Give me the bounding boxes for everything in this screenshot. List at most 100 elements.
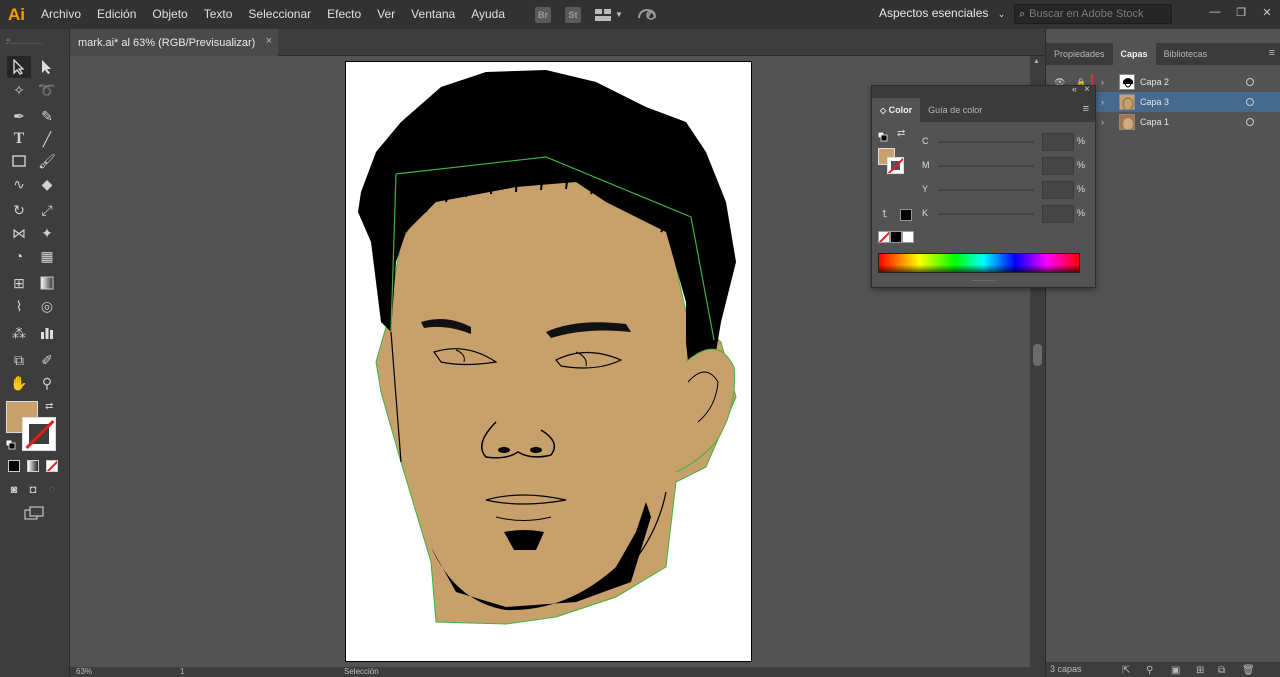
artboard-tool[interactable]: ⧉ bbox=[7, 349, 31, 371]
default-colors-icon[interactable] bbox=[877, 129, 888, 147]
minimize-icon[interactable]: — bbox=[1202, 0, 1228, 24]
screen-mode-icon[interactable] bbox=[22, 502, 46, 524]
draw-behind-icon[interactable]: ◘ bbox=[23, 479, 43, 501]
close-panel-icon[interactable]: × bbox=[1084, 84, 1090, 95]
black-swatch[interactable] bbox=[890, 231, 902, 243]
menu-seleccionar[interactable]: Seleccionar bbox=[240, 0, 319, 29]
direct-selection-tool[interactable] bbox=[35, 56, 59, 78]
panel-menu-icon[interactable]: ≡ bbox=[1083, 103, 1089, 115]
swap-fill-stroke-icon[interactable]: ⇄ bbox=[45, 401, 53, 412]
tab-color[interactable]: ◇ Color bbox=[872, 98, 921, 122]
draw-normal-icon[interactable]: ◙ bbox=[4, 479, 24, 501]
menu-ventana[interactable]: Ventana bbox=[403, 0, 463, 29]
new-layer-icon[interactable]: ⧉ bbox=[1218, 663, 1225, 677]
black-input[interactable] bbox=[1042, 205, 1074, 223]
lasso-tool[interactable]: ➰ bbox=[35, 79, 59, 101]
yellow-slider[interactable] bbox=[938, 189, 1034, 191]
draw-inside-icon[interactable]: ◌ bbox=[42, 479, 62, 501]
yellow-input[interactable] bbox=[1042, 181, 1074, 199]
bridge-icon[interactable]: Br bbox=[535, 6, 552, 23]
layer-name[interactable]: Capa 1 bbox=[1140, 117, 1169, 127]
column-graph-tool[interactable] bbox=[35, 322, 59, 344]
scroll-up-icon[interactable]: ▲ bbox=[1033, 58, 1040, 65]
close-tab-icon[interactable]: × bbox=[266, 35, 272, 47]
cyan-slider[interactable] bbox=[938, 141, 1034, 143]
tab-bibliotecas[interactable]: Bibliotecas bbox=[1156, 43, 1216, 65]
swap-colors-icon[interactable]: ⇄ bbox=[897, 128, 905, 139]
menu-efecto[interactable]: Efecto bbox=[319, 0, 369, 29]
artboard[interactable] bbox=[345, 61, 752, 662]
target-circle-icon[interactable] bbox=[1246, 118, 1254, 126]
document-tab[interactable]: mark.ai* al 63% (RGB/Previsualizar) × bbox=[70, 29, 278, 56]
paintbrush-tool[interactable]: 🖌 bbox=[35, 150, 59, 172]
color-spectrum[interactable] bbox=[878, 253, 1080, 273]
shape-builder-tool[interactable]: ◔ bbox=[7, 245, 31, 267]
black-slider[interactable] bbox=[938, 213, 1034, 215]
delete-layer-icon[interactable]: 🗑 bbox=[1242, 663, 1255, 677]
menu-ayuda[interactable]: Ayuda bbox=[463, 0, 513, 29]
menu-objeto[interactable]: Objeto bbox=[144, 0, 195, 29]
menu-edicion[interactable]: Edición bbox=[89, 0, 144, 29]
curvature-tool[interactable]: ✎ bbox=[35, 105, 59, 127]
expand-chevron-icon[interactable]: › bbox=[1101, 97, 1104, 107]
none-swatch[interactable] bbox=[878, 231, 890, 243]
tab-guia-de-color[interactable]: Guía de color bbox=[920, 98, 990, 122]
line-tool[interactable]: ╱ bbox=[35, 128, 59, 150]
workspace-switcher[interactable]: Aspectos esenciales ⌄ bbox=[879, 6, 1005, 20]
hand-tool[interactable]: ✋ bbox=[7, 372, 31, 394]
gradient-tool[interactable] bbox=[35, 272, 59, 294]
color-mode-icon[interactable] bbox=[8, 460, 20, 472]
menu-ver[interactable]: Ver bbox=[369, 0, 403, 29]
panel-grip[interactable] bbox=[6, 43, 42, 45]
type-tool[interactable]: T bbox=[7, 128, 31, 150]
menu-texto[interactable]: Texto bbox=[196, 0, 241, 29]
perspective-grid-tool[interactable]: ▦ bbox=[35, 245, 59, 267]
width-tool[interactable]: ⋈ bbox=[7, 222, 31, 244]
close-icon[interactable]: ✕ bbox=[1254, 0, 1280, 24]
menu-archivo[interactable]: Archivo bbox=[33, 0, 89, 29]
arrange-documents-icon[interactable]: ▼ bbox=[595, 8, 623, 21]
zoom-level[interactable]: 63% bbox=[76, 667, 92, 676]
scroll-thumb[interactable] bbox=[1033, 344, 1042, 366]
shaper-tool[interactable]: ∿ bbox=[7, 173, 31, 195]
last-color-swatch[interactable] bbox=[900, 209, 912, 221]
eraser-tool[interactable]: ◆ bbox=[35, 173, 59, 195]
cyan-input[interactable] bbox=[1042, 133, 1074, 151]
face-illustration[interactable] bbox=[346, 62, 751, 661]
slice-tool[interactable]: ✐ bbox=[35, 349, 59, 371]
selection-tool[interactable] bbox=[7, 56, 31, 78]
scale-tool[interactable]: ⤢ bbox=[35, 199, 59, 221]
locate-object-icon[interactable]: ⚲ bbox=[1146, 663, 1153, 677]
gpu-performance-icon[interactable] bbox=[637, 4, 657, 25]
out-of-gamut-icon[interactable]: ⮤ bbox=[882, 209, 888, 220]
collapse-icon[interactable]: « bbox=[6, 35, 10, 44]
zoom-tool[interactable]: ⚲ bbox=[35, 372, 59, 394]
color-panel-titlebar[interactable]: « × bbox=[872, 84, 1095, 98]
eyedropper-tool[interactable]: ⌇ bbox=[7, 295, 31, 317]
target-circle-icon[interactable] bbox=[1246, 98, 1254, 106]
expand-chevron-icon[interactable]: › bbox=[1101, 77, 1104, 87]
rectangle-tool[interactable] bbox=[7, 150, 31, 172]
rotate-tool[interactable]: ↻ bbox=[7, 199, 31, 221]
mesh-tool[interactable]: ⊞ bbox=[7, 272, 31, 294]
gradient-mode-icon[interactable] bbox=[27, 460, 39, 472]
tab-propiedades[interactable]: Propiedades bbox=[1046, 43, 1113, 65]
clipping-mask-icon[interactable]: ▣ bbox=[1171, 663, 1180, 677]
default-fill-stroke-icon[interactable] bbox=[5, 437, 16, 450]
layer-name[interactable]: Capa 3 bbox=[1140, 97, 1169, 107]
panel-menu-icon[interactable]: ≡ bbox=[1269, 47, 1275, 59]
stock-icon[interactable]: St bbox=[565, 6, 582, 23]
restore-icon[interactable]: ❐ bbox=[1228, 0, 1254, 24]
none-mode-icon[interactable] bbox=[46, 460, 58, 472]
layer-name[interactable]: Capa 2 bbox=[1140, 77, 1169, 87]
collapse-panel-icon[interactable]: « bbox=[1072, 84, 1077, 94]
new-sublayer-icon[interactable]: ⊞ bbox=[1196, 663, 1204, 677]
magenta-slider[interactable] bbox=[938, 165, 1034, 167]
white-swatch[interactable] bbox=[902, 231, 914, 243]
pen-tool[interactable]: ✒ bbox=[7, 105, 31, 127]
magenta-input[interactable] bbox=[1042, 157, 1074, 175]
panel-stroke-swatch[interactable] bbox=[887, 157, 904, 174]
stroke-color-swatch[interactable] bbox=[22, 417, 56, 451]
export-icon[interactable]: ⇱ bbox=[1122, 663, 1130, 677]
panel-resize-grip[interactable] bbox=[972, 280, 996, 282]
